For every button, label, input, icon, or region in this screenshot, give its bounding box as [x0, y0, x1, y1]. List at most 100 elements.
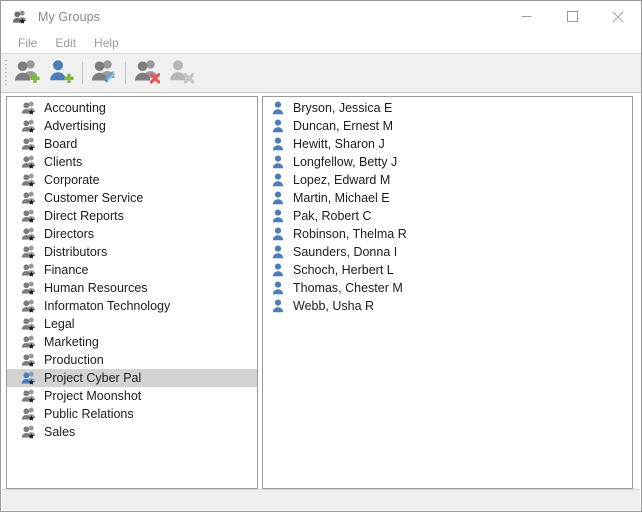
- person-icon: [270, 154, 286, 170]
- member-list-item[interactable]: Robinson, Thelma R: [263, 225, 632, 243]
- menu-item-help[interactable]: Help: [85, 34, 128, 52]
- group-star-icon: [21, 280, 37, 296]
- group-list-item[interactable]: Legal: [7, 315, 257, 333]
- group-list-item[interactable]: Directors: [7, 225, 257, 243]
- group-label: Human Resources: [44, 281, 148, 295]
- group-star-icon: [21, 334, 37, 350]
- edit-group-icon: [91, 58, 117, 89]
- group-list-item[interactable]: Project Moonshot: [7, 387, 257, 405]
- group-list-item[interactable]: Board: [7, 135, 257, 153]
- toolbar: [1, 53, 641, 93]
- group-star-icon: [21, 136, 37, 152]
- content-area: Accounting Advertising Board Clients Corpora…: [1, 93, 641, 511]
- maximize-button[interactable]: [549, 1, 595, 32]
- groups-panel[interactable]: Accounting Advertising Board Clients Corpora…: [6, 96, 258, 489]
- menu-item-edit[interactable]: Edit: [46, 34, 85, 52]
- group-list-item[interactable]: Accounting: [7, 99, 257, 117]
- group-label: Advertising: [44, 119, 106, 133]
- group-star-icon: [21, 352, 37, 368]
- member-label: Saunders, Donna I: [293, 245, 398, 259]
- group-list-item[interactable]: Clients: [7, 153, 257, 171]
- menu-item-file[interactable]: File: [9, 34, 46, 52]
- group-star-icon: [21, 100, 37, 116]
- group-star-icon: [21, 388, 37, 404]
- close-button[interactable]: [595, 1, 641, 32]
- group-list-item[interactable]: Public Relations: [7, 405, 257, 423]
- member-label: Webb, Usha R: [293, 299, 375, 313]
- group-list-item[interactable]: Distributors: [7, 243, 257, 261]
- group-label: Customer Service: [44, 191, 144, 205]
- group-list-item[interactable]: Informaton Technology: [7, 297, 257, 315]
- app-window: My Groups File Edit Help Accounting Adve…: [0, 0, 642, 512]
- group-label: Board: [44, 137, 78, 151]
- toolbar-separator: [125, 62, 126, 84]
- title-bar: My Groups: [1, 1, 641, 32]
- group-label: Direct Reports: [44, 209, 124, 223]
- group-star-icon: [21, 316, 37, 332]
- group-star-icon: [21, 424, 37, 440]
- group-list-item[interactable]: Direct Reports: [7, 207, 257, 225]
- group-list-item[interactable]: Sales: [7, 423, 257, 441]
- group-star-icon: [21, 208, 37, 224]
- person-icon: [270, 190, 286, 206]
- remove-member-icon: [168, 58, 195, 89]
- member-list-item[interactable]: Schoch, Herbert L: [263, 261, 632, 279]
- delete-group-button[interactable]: [130, 57, 164, 89]
- member-list-item[interactable]: Webb, Usha R: [263, 297, 632, 315]
- group-list-item[interactable]: Finance: [7, 261, 257, 279]
- member-label: Hewitt, Sharon J: [293, 137, 385, 151]
- remove-member-button[interactable]: [164, 57, 198, 89]
- group-list-item[interactable]: Marketing: [7, 333, 257, 351]
- group-star-icon: [21, 262, 37, 278]
- member-list-item[interactable]: Duncan, Ernest M: [263, 117, 632, 135]
- group-label: Production: [44, 353, 104, 367]
- group-list-item[interactable]: Project Cyber Pal: [7, 369, 257, 387]
- menu-bar: File Edit Help: [1, 32, 641, 53]
- member-list-item[interactable]: Pak, Robert C: [263, 207, 632, 225]
- group-list-item[interactable]: Corporate: [7, 171, 257, 189]
- person-icon: [270, 136, 286, 152]
- group-star-icon: [21, 226, 37, 242]
- member-list-item[interactable]: Lopez, Edward M: [263, 171, 632, 189]
- group-label: Clients: [44, 155, 83, 169]
- member-list-item[interactable]: Hewitt, Sharon J: [263, 135, 632, 153]
- toolbar-grip[interactable]: [3, 58, 10, 88]
- member-label: Longfellow, Betty J: [293, 155, 398, 169]
- group-label: Legal: [44, 317, 75, 331]
- person-icon: [270, 262, 286, 278]
- members-panel[interactable]: Bryson, Jessica E Duncan, Ernest M Hewitt,…: [262, 96, 633, 489]
- toolbar-separator: [82, 62, 83, 84]
- group-star-icon: [21, 370, 37, 386]
- add-member-button[interactable]: [44, 57, 78, 89]
- add-group-button[interactable]: [10, 57, 44, 89]
- group-list-item[interactable]: Advertising: [7, 117, 257, 135]
- member-label: Duncan, Ernest M: [293, 119, 394, 133]
- group-list-item[interactable]: Human Resources: [7, 279, 257, 297]
- group-label: Public Relations: [44, 407, 134, 421]
- member-list-item[interactable]: Martin, Michael E: [263, 189, 632, 207]
- group-label: Marketing: [44, 335, 99, 349]
- add-group-icon: [14, 58, 40, 89]
- member-list-item[interactable]: Longfellow, Betty J: [263, 153, 632, 171]
- group-star-icon: [21, 190, 37, 206]
- group-label: Accounting: [44, 101, 106, 115]
- edit-group-button[interactable]: [87, 57, 121, 89]
- group-list-item[interactable]: Production: [7, 351, 257, 369]
- group-label: Directors: [44, 227, 95, 241]
- member-label: Lopez, Edward M: [293, 173, 391, 187]
- group-list-item[interactable]: Customer Service: [7, 189, 257, 207]
- group-label: Project Moonshot: [44, 389, 142, 403]
- group-label: Sales: [44, 425, 76, 439]
- member-list-item[interactable]: Saunders, Donna I: [263, 243, 632, 261]
- add-member-icon: [48, 58, 74, 89]
- member-list-item[interactable]: Bryson, Jessica E: [263, 99, 632, 117]
- group-label: Informaton Technology: [44, 299, 171, 313]
- member-list-item[interactable]: Thomas, Chester M: [263, 279, 632, 297]
- member-label: Thomas, Chester M: [293, 281, 403, 295]
- person-icon: [270, 100, 286, 116]
- delete-group-icon: [134, 58, 161, 89]
- minimize-button[interactable]: [503, 1, 549, 32]
- group-label: Project Cyber Pal: [44, 371, 142, 385]
- person-icon: [270, 280, 286, 296]
- group-label: Finance: [44, 263, 89, 277]
